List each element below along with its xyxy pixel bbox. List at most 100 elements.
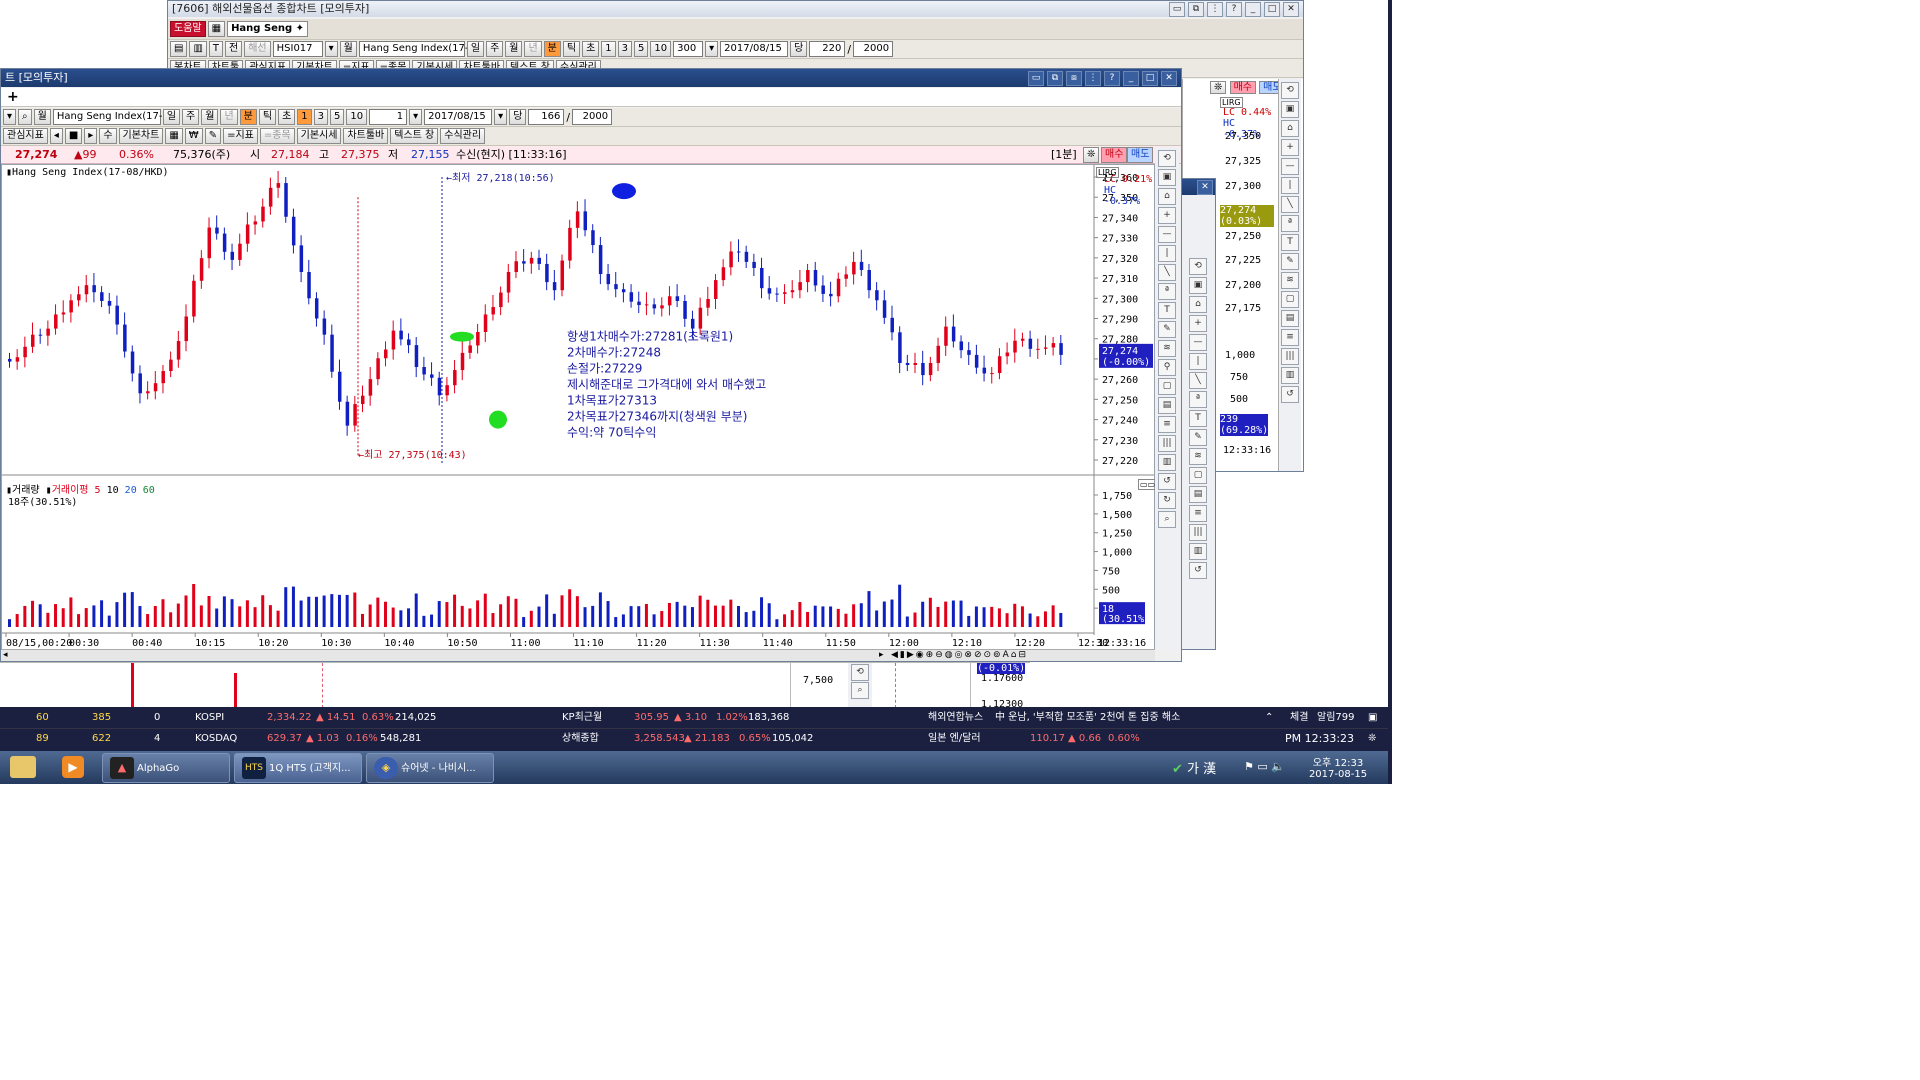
tf-minute[interactable]: 분	[239, 109, 257, 125]
lines-icon[interactable]: ≡	[1158, 416, 1176, 433]
window-icon[interactable]: ▣	[1368, 707, 1377, 728]
minimize-icon[interactable]: _	[1245, 2, 1261, 17]
alarm-label[interactable]: 알림799	[1317, 707, 1355, 728]
settings-icon[interactable]: ❊	[1210, 81, 1227, 94]
trendline-icon[interactable]: ╲	[1158, 264, 1176, 281]
tool-icon[interactable]: ▣	[1281, 101, 1299, 118]
kosdaq-label[interactable]: KOSDAQ	[195, 728, 237, 749]
won-icon[interactable]: ₩	[184, 128, 203, 144]
home-icon[interactable]: ⌂	[1158, 188, 1176, 205]
count-dropdown-icon[interactable]: ▾	[409, 109, 423, 125]
grid-icon[interactable]: ▦	[207, 21, 226, 37]
crosshair-icon[interactable]: +	[1189, 315, 1207, 332]
paint-icon[interactable]: ✎	[1158, 321, 1176, 338]
close-icon[interactable]: ✕	[1283, 2, 1299, 17]
vline-icon[interactable]: |	[1158, 245, 1176, 262]
paint-icon[interactable]: ✎	[1189, 429, 1207, 446]
refresh-icon[interactable]: ⟲	[1281, 82, 1299, 99]
tool-icon[interactable]: ▣	[1189, 277, 1207, 294]
name-field[interactable]: Hang Seng Index(17-08	[358, 41, 481, 57]
menu-icon[interactable]: ⋮	[1207, 2, 1223, 17]
restore-icon[interactable]: ▭	[1169, 2, 1185, 17]
fx-label[interactable]: 일본 엔/달러	[928, 728, 981, 749]
undo-icon[interactable]: ↺	[1281, 386, 1299, 403]
zoom-icon[interactable]: ⌕	[1158, 511, 1176, 528]
bars-icon[interactable]: |||	[1189, 524, 1207, 541]
main-window-titlebar[interactable]: 트 [모의투자] ▭ ⧉ ⧈ ⋮ ? _ □ ✕	[1, 69, 1181, 87]
tf-second[interactable]: 초	[582, 41, 600, 57]
bars-icon[interactable]: |||	[1281, 348, 1299, 365]
news-headline[interactable]: 中 운남, '부적합 모조품' 2천여 톤 집중 해소	[995, 707, 1180, 728]
period-button[interactable]: 월	[33, 109, 51, 125]
text-window-button[interactable]: 텍스트 창	[390, 128, 439, 144]
item-button[interactable]: =종목	[259, 128, 295, 144]
auto-icon[interactable]: ª	[1281, 215, 1299, 232]
add-tab-icon[interactable]: +	[3, 89, 19, 105]
code-dropdown-icon[interactable]: ▾	[324, 41, 338, 57]
text-tool-icon[interactable]: T	[1189, 410, 1207, 427]
total-count-field[interactable]: 2000	[853, 41, 894, 57]
box-icon[interactable]: ▢	[1158, 378, 1176, 395]
vline-icon[interactable]: |	[1189, 353, 1207, 370]
home-icon[interactable]: ⌂	[1281, 120, 1299, 137]
tf-1[interactable]: 1	[601, 41, 616, 57]
stop-icon[interactable]: ■	[64, 128, 83, 144]
name-field[interactable]: Hang Seng Index(17-08	[52, 109, 175, 125]
system-clock[interactable]: 오후 12:33 2017-08-15	[1306, 754, 1370, 780]
view-count-field[interactable]: 220	[809, 41, 846, 57]
minimize-icon[interactable]: _	[1123, 71, 1139, 86]
tf-month[interactable]: 월	[201, 109, 219, 125]
period-button[interactable]: 월	[339, 41, 357, 57]
tray-icons[interactable]: ⚑ ▭ 🔈	[1244, 760, 1285, 773]
shanghai-label[interactable]: 상해종합	[562, 728, 599, 749]
indicator-button[interactable]: =지표	[223, 128, 258, 144]
tf-10[interactable]: 10	[650, 41, 672, 57]
tf-year[interactable]: 년	[220, 109, 238, 125]
tf-3[interactable]: 3	[313, 109, 329, 125]
crosshair-icon[interactable]: +	[1281, 139, 1299, 156]
count-dropdown-icon[interactable]: ▾	[705, 41, 719, 57]
crosshair-icon[interactable]: +	[1158, 207, 1176, 224]
auto-icon[interactable]: ª	[1158, 283, 1176, 300]
su-button[interactable]: 수	[99, 128, 117, 144]
tf-5[interactable]: 5	[634, 41, 649, 57]
trendline-icon[interactable]: ╲	[1281, 196, 1299, 213]
hline-icon[interactable]: —	[1158, 226, 1176, 243]
tf-week[interactable]: 주	[486, 41, 504, 57]
count-field[interactable]: 300	[673, 41, 704, 57]
tab-hang-seng[interactable]: Hang Seng ✦	[227, 21, 309, 37]
total-count-field[interactable]: 2000	[572, 109, 613, 125]
table-icon[interactable]: ▥	[189, 41, 207, 57]
interest-indicator-button[interactable]: 관심지표	[3, 128, 48, 144]
file-explorer-icon[interactable]	[10, 756, 36, 778]
full-button[interactable]: 전	[225, 41, 243, 57]
zoom-icon[interactable]: ⌕	[851, 682, 869, 699]
auto-icon[interactable]: ª	[1189, 391, 1207, 408]
link-icon[interactable]: ⧈	[1066, 71, 1082, 86]
tf-10[interactable]: 10	[346, 109, 368, 125]
menu-icon[interactable]: ⋮	[1085, 71, 1101, 86]
hline-icon[interactable]: —	[1189, 334, 1207, 351]
chart-icon[interactable]: ▥	[1158, 454, 1176, 471]
lines-icon[interactable]: ≡	[1281, 329, 1299, 346]
search-icon[interactable]: ⌕	[18, 109, 32, 125]
scroll-right-arrow-icon[interactable]: ▸	[879, 650, 884, 660]
news-up-icon[interactable]: ⌃	[1265, 707, 1273, 728]
grid-icon[interactable]: ▦	[165, 128, 183, 144]
close-icon[interactable]: ✕	[1161, 71, 1177, 86]
help-icon[interactable]: ?	[1104, 71, 1120, 86]
basic-quote-button[interactable]: 기본시세	[296, 128, 342, 144]
home-icon[interactable]: ⌂	[1189, 296, 1207, 313]
box-icon[interactable]: ▢	[1189, 467, 1207, 484]
refresh-icon[interactable]: ⟲	[1189, 258, 1207, 275]
hline-icon[interactable]: —	[1281, 158, 1299, 175]
count-field[interactable]: 1	[369, 109, 408, 125]
tf-tick[interactable]: 틱	[258, 109, 277, 125]
box2-icon[interactable]: ▤	[1189, 486, 1207, 503]
tf-second[interactable]: 초	[278, 109, 296, 125]
settings-icon[interactable]: ❊	[1083, 147, 1100, 163]
chart-icon[interactable]: ▥	[1281, 367, 1299, 384]
tf-tick[interactable]: 틱	[562, 41, 581, 57]
chart-area[interactable]: 27,360 27,350 27,340 27,330 27,320 27,310 27,3…	[1, 164, 1158, 651]
tf-minute[interactable]: 분	[543, 41, 561, 57]
